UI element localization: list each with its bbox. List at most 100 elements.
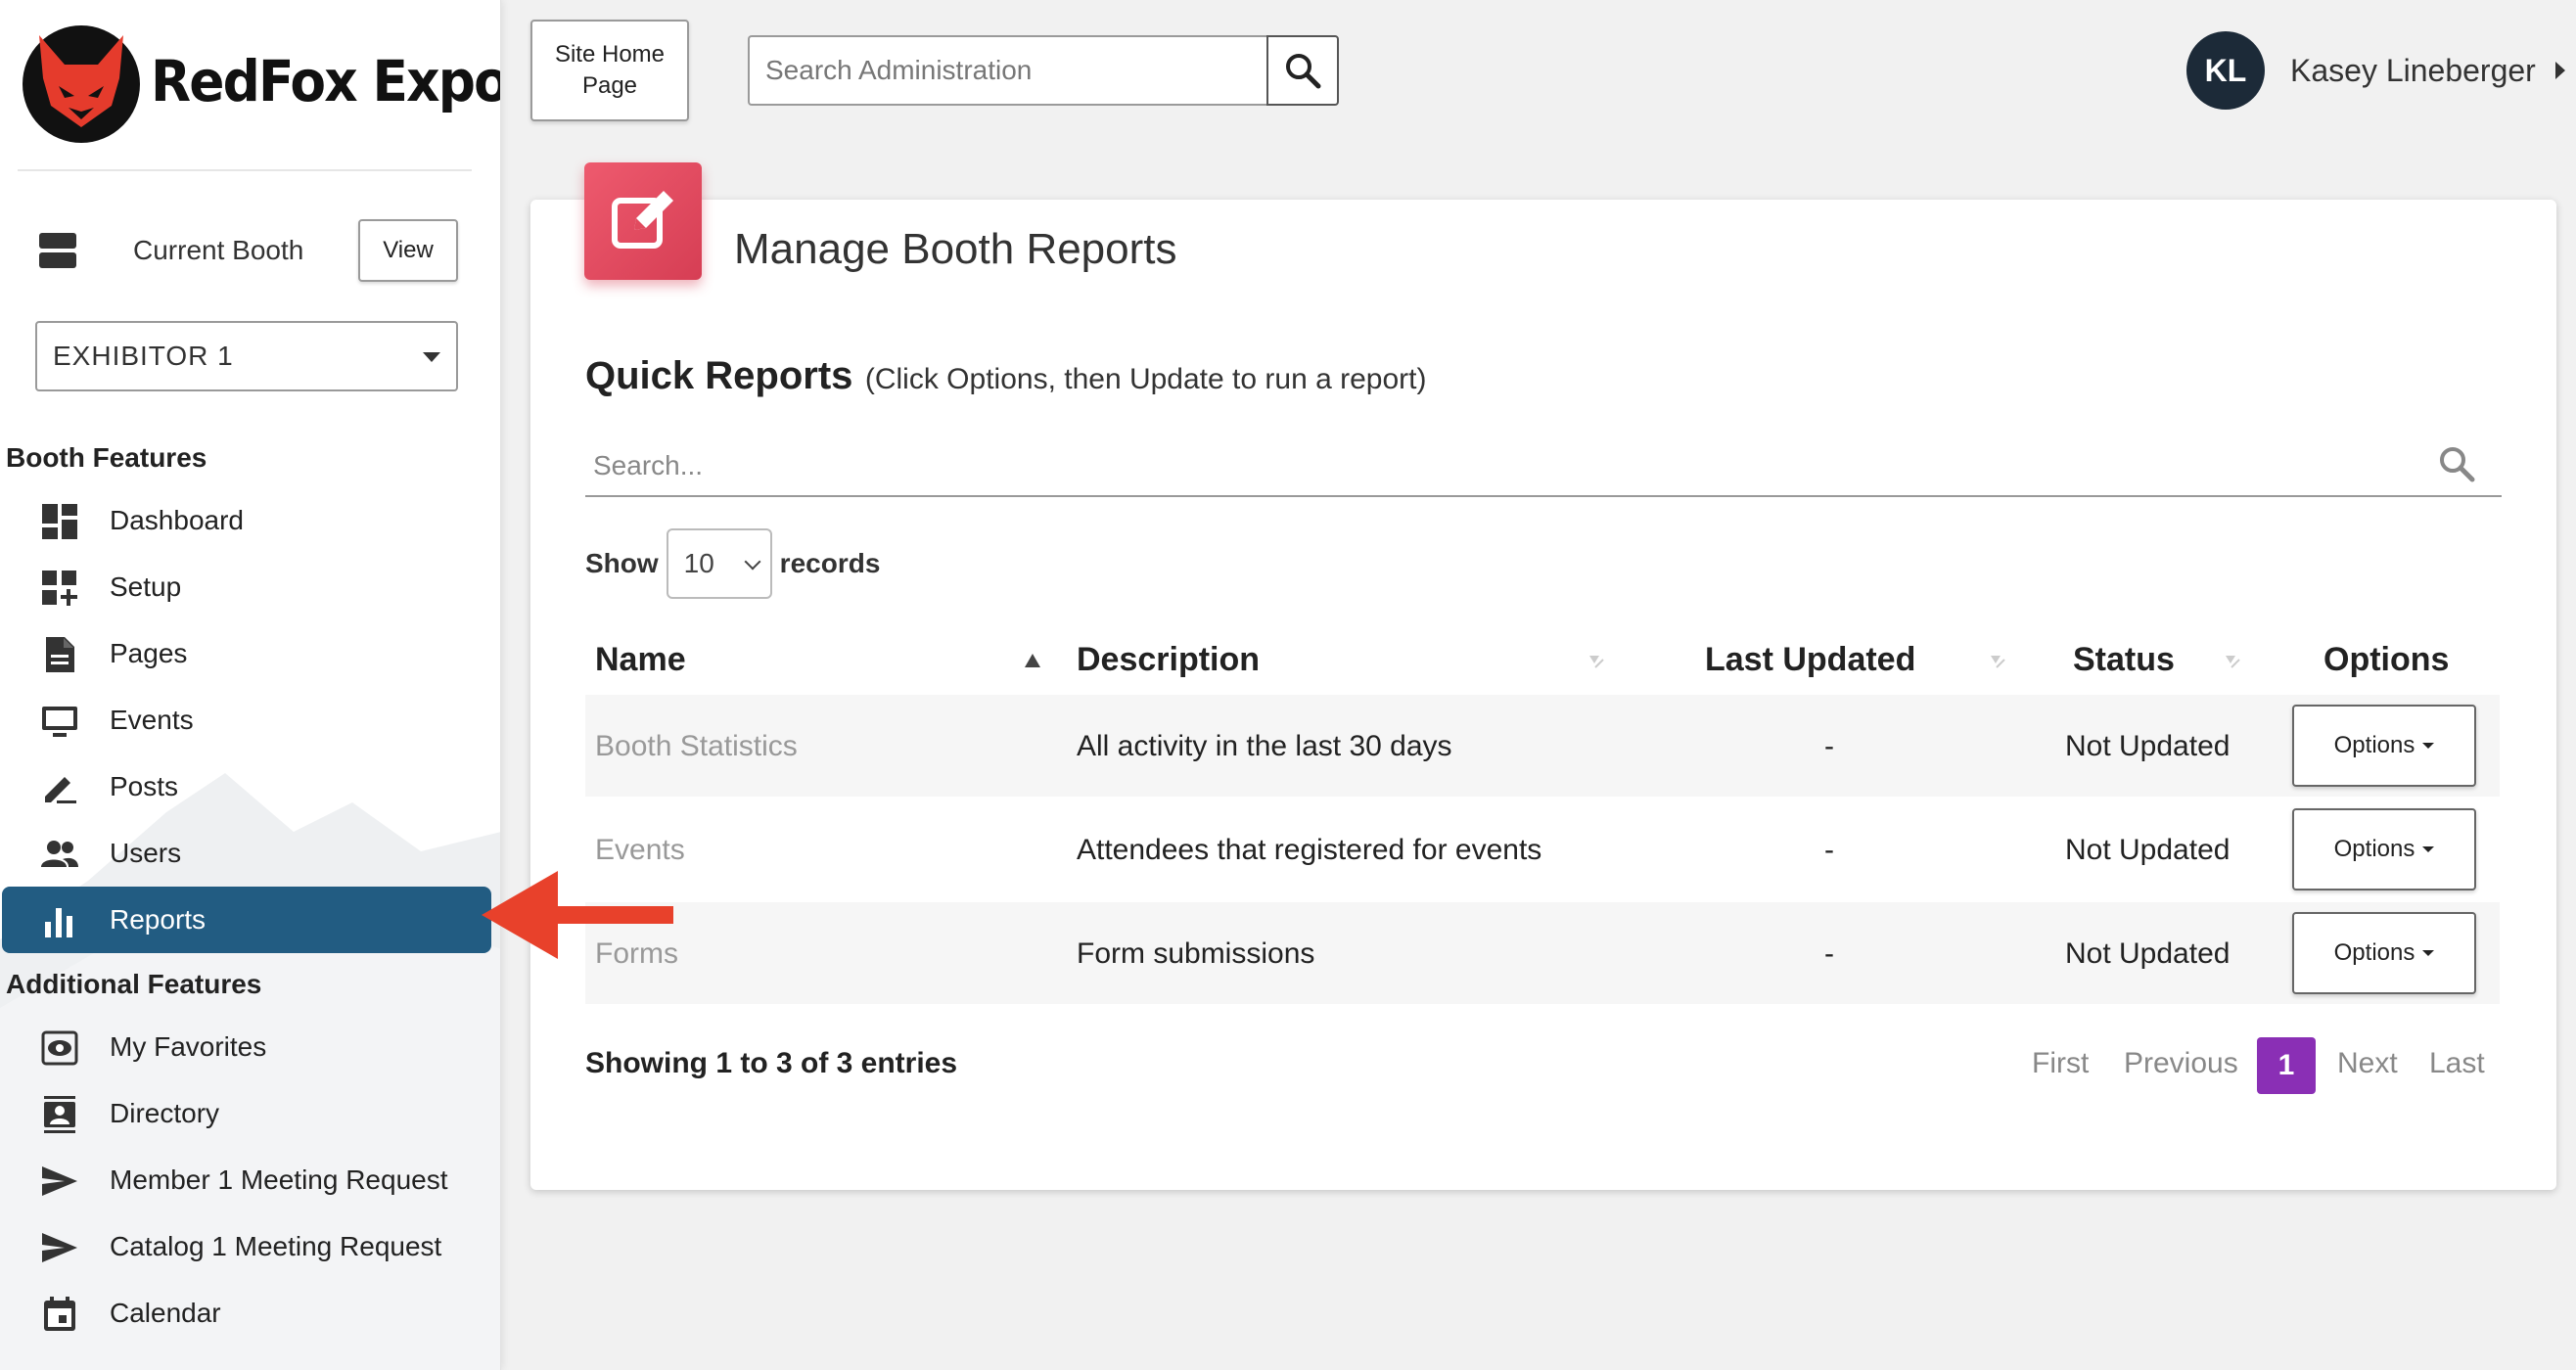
search-icon [1286, 54, 1321, 89]
sidebar-item-label: Posts [110, 771, 179, 801]
report-name[interactable]: Events [595, 834, 685, 867]
report-last-updated: - [1824, 937, 1834, 970]
sidebar-item-label: Setup [110, 571, 182, 602]
sidebar-item-label: Users [110, 838, 182, 868]
report-description: All activity in the last 30 days [1077, 730, 1452, 762]
section-additional-features: Additional Features [6, 969, 262, 999]
pagination-next[interactable]: Next [2337, 1047, 2398, 1080]
annotation-arrow-icon [482, 871, 673, 959]
favorites-icon [41, 1030, 78, 1066]
setup-icon [42, 571, 77, 606]
calendar-icon [44, 1297, 75, 1331]
options-button[interactable]: Options [2292, 808, 2476, 890]
posts-icon [45, 777, 76, 803]
sidebar-item-posts[interactable]: Posts [2, 754, 491, 820]
reports-icon [45, 908, 72, 937]
report-status: Not Updated [2065, 834, 2231, 866]
chevron-down-icon [744, 553, 761, 571]
directory-icon [44, 1096, 75, 1133]
sidebar-item-setup[interactable]: Setup [2, 554, 491, 620]
options-button[interactable]: Options [2292, 705, 2476, 787]
sidebar: RedFox Expo Current Booth View EXHIBITOR… [0, 0, 501, 1370]
sidebar-item-label: Reports [110, 904, 207, 935]
options-button[interactable]: Options [2292, 912, 2476, 994]
fox-logo-icon [23, 25, 140, 143]
pagination-current-page[interactable]: 1 [2257, 1037, 2316, 1094]
edit-icon [612, 191, 673, 249]
sidebar-item-directory[interactable]: Directory [2, 1080, 491, 1147]
pagination-first[interactable]: First [2032, 1047, 2089, 1080]
report-last-updated: - [1824, 730, 1834, 762]
quick-reports-hint: (Click Options, then Update to run a rep… [864, 363, 1427, 395]
pagination-last[interactable]: Last [2429, 1047, 2485, 1080]
column-header-options: Options [2323, 641, 2450, 678]
reports-search-input[interactable] [585, 436, 2502, 497]
logo-divider [18, 169, 472, 171]
report-description: Attendees that registered for events [1077, 834, 1542, 866]
caret-down-icon [2422, 743, 2435, 749]
sidebar-item-member-meeting-request[interactable]: Member 1 Meeting Request [2, 1147, 491, 1213]
sort-asc-icon [1025, 654, 1040, 667]
table-row: Events Attendees that registered for eve… [585, 799, 2500, 900]
booth-select[interactable]: EXHIBITOR 1 [35, 321, 458, 391]
quick-reports-heading: Quick Reports (Click Options, then Updat… [585, 354, 1426, 398]
sidebar-item-label: Calendar [110, 1298, 221, 1328]
view-booth-button[interactable]: View [358, 219, 458, 282]
caret-down-icon [2422, 846, 2435, 852]
report-status: Not Updated [2065, 730, 2231, 762]
send-icon [42, 1166, 77, 1196]
report-name[interactable]: Booth Statistics [595, 730, 798, 763]
entries-summary: Showing 1 to 3 of 3 entries [585, 1047, 958, 1079]
column-header-description[interactable]: Description [1077, 641, 1260, 679]
sidebar-item-calendar[interactable]: Calendar [2, 1280, 491, 1347]
sidebar-item-dashboard[interactable]: Dashboard [2, 487, 491, 554]
section-booth-features: Booth Features [6, 442, 207, 473]
sidebar-item-pages[interactable]: Pages [2, 620, 491, 687]
quick-reports-title: Quick Reports [585, 354, 853, 397]
column-header-name[interactable]: Name [595, 641, 686, 679]
sidebar-item-reports[interactable]: Reports [2, 887, 491, 953]
records-select-value: 10 [683, 548, 714, 578]
booth-select-value: EXHIBITOR 1 [53, 341, 234, 371]
current-booth-label: Current Booth [133, 235, 304, 265]
options-label: Options [2333, 939, 2415, 966]
sidebar-item-label: Catalog 1 Meeting Request [110, 1231, 442, 1261]
sidebar-item-events[interactable]: Events [2, 687, 491, 754]
sidebar-item-label: Dashboard [110, 505, 244, 535]
options-label: Options [2333, 836, 2415, 862]
sidebar-item-my-favorites[interactable]: My Favorites [2, 1014, 491, 1080]
sidebar-item-label: Events [110, 705, 194, 735]
sidebar-item-catalog-meeting-request[interactable]: Catalog 1 Meeting Request [2, 1213, 491, 1280]
brand-name: RedFox Expo [151, 48, 501, 114]
records-per-page-select[interactable]: 10 [666, 528, 772, 599]
records-per-page: Show 10 records [585, 528, 880, 599]
column-header-last-updated[interactable]: Last Updated [1705, 641, 1915, 679]
users-icon [41, 841, 78, 867]
caret-down-icon [423, 352, 440, 362]
table-row: Forms Form submissions - Not Updated Opt… [585, 902, 2500, 1004]
sort-icon [2226, 656, 2240, 668]
show-label: Show [585, 548, 659, 578]
booth-server-icon [39, 233, 76, 268]
site-home-page-button[interactable]: Site Home Page [530, 20, 689, 121]
user-name: Kasey Lineberger [2290, 52, 2536, 88]
search-administration-input[interactable] [748, 35, 1268, 106]
current-booth-row: Current Booth View [39, 219, 460, 282]
avatar: KL [2186, 31, 2265, 110]
dashboard-icon [42, 504, 77, 539]
sidebar-item-label: Directory [110, 1098, 220, 1128]
search-administration-button[interactable] [1266, 35, 1339, 106]
pagination-previous[interactable]: Previous [2124, 1047, 2238, 1080]
redfox-logo[interactable]: RedFox Expo [18, 18, 500, 145]
events-icon [42, 707, 77, 737]
send-icon [42, 1233, 77, 1262]
sidebar-item-users[interactable]: Users [2, 820, 491, 887]
report-status: Not Updated [2065, 937, 2231, 970]
column-header-status[interactable]: Status [2073, 641, 2175, 679]
report-description: Form submissions [1077, 937, 1315, 970]
table-row: Booth Statistics All activity in the las… [585, 695, 2500, 797]
user-menu[interactable]: KL Kasey Lineberger [2186, 31, 2565, 110]
edit-icon-badge [584, 162, 702, 280]
sort-icon [1991, 656, 2005, 668]
sidebar-item-label: My Favorites [110, 1031, 267, 1062]
